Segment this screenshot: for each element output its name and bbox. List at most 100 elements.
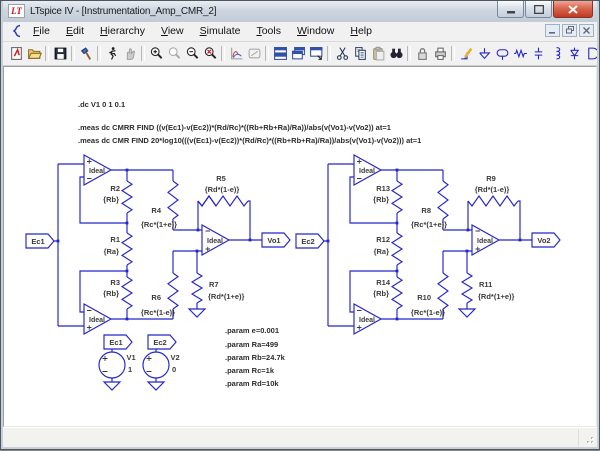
menu-hierarchy[interactable]: Hierarchy [92,23,153,39]
mdi-close-button[interactable] [579,24,594,37]
spice-param-rb[interactable]: .param Rb=24.7k [225,353,286,362]
resistor-gain[interactable]: R1 {Ra} [104,233,132,265]
autorange-y-axis-icon[interactable] [227,44,245,62]
menu-tools[interactable]: Tools [248,23,289,39]
inductor-icon[interactable] [547,44,565,62]
port-input[interactable]: Ec2 [296,234,324,248]
opamp-buffer-bottom[interactable]: Ideal [84,304,111,334]
svg-text:R11: R11 [479,280,492,289]
resistor-gnd[interactable]: R11 {Rd*(1+e)} [462,273,515,303]
print-preview-icon[interactable] [413,44,431,62]
svg-text:Vo1: Vo1 [267,236,280,245]
zoom-back-icon[interactable] [165,44,183,62]
spice-directive-meas-cmrr[interactable]: .meas dc CMRR FIND ((v(Ec1)-v(Ec2))*(Rd/… [78,123,391,132]
resistor-in-bottom[interactable]: R6 {Rc*(1-e)} [141,273,178,317]
resistor-gain[interactable]: R12 {Ra} [374,233,402,265]
opamp-buffer-bottom[interactable]: Ideal [354,304,381,334]
run-icon[interactable] [103,44,121,62]
menu-window[interactable]: Window [289,23,342,39]
tile-horizontal-icon[interactable] [271,44,289,62]
menu-edit[interactable]: Edit [58,23,92,39]
svg-text:0: 0 [172,365,176,374]
resistor-in-top[interactable]: R4 {Rc*(1+e)} [141,181,178,229]
zoom-out-icon[interactable] [183,44,201,62]
opamp-diff[interactable]: Ideal [202,225,229,255]
spice-param-rc[interactable]: .param Rc=1k [225,366,275,375]
titlebar: LT LTspice IV - [Instrumentation_Amp_CMR… [3,1,597,22]
minimize-button[interactable] [497,1,524,18]
maximize-button[interactable] [525,1,552,18]
resistor-in-bottom[interactable]: R10 {Rc*(1-e)} [411,273,448,317]
find-icon[interactable] [387,44,405,62]
window-title: LTspice IV - [Instrumentation_Amp_CMR_2] [30,6,216,17]
opamp-buffer-top[interactable]: Ideal [84,155,111,185]
svg-text:Ideal: Ideal [359,317,375,324]
control-panel-icon[interactable] [77,44,95,62]
resistor-fb-bottom[interactable]: R3 {Rb} [103,277,132,309]
spice-param-e[interactable]: .param e=0.001 [225,326,279,335]
resistor-gnd[interactable]: R7 {Rd*(1+e)} [192,273,245,303]
capacitor-icon[interactable] [529,44,547,62]
ground-icon[interactable] [475,44,493,62]
component-icon[interactable] [583,44,597,62]
svg-text:V1: V1 [127,353,136,362]
toolbar-separator [45,46,49,61]
halt-icon[interactable] [121,44,139,62]
svg-text:{Rc*(1+e)}: {Rc*(1+e)} [411,220,447,229]
resistor-fb-top[interactable]: R13 {Rb} [373,181,402,213]
ground-symbol [189,309,205,317]
svg-text:R9: R9 [486,174,496,183]
schematic-canvas[interactable]: .dc V1 0 1 0.1 .meas dc CMRR FIND ((v(Ec… [3,66,597,428]
voltage-source-v1[interactable]: Ec1 V1 1 [99,335,136,390]
voltage-source-v2[interactable]: Ec2 V2 0 [143,335,180,390]
tile-vertical-icon[interactable] [307,44,325,62]
svg-text:{Rb}: {Rb} [373,195,389,204]
save-icon[interactable] [51,44,69,62]
cascade-icon[interactable] [289,44,307,62]
paste-icon[interactable] [369,44,387,62]
svg-text:1: 1 [128,365,132,374]
toolbar-separator [141,46,145,61]
mdi-restore-button[interactable] [562,24,577,37]
resistor-icon[interactable] [511,44,529,62]
port-input[interactable]: Ec1 [26,234,54,248]
resistor-in-top[interactable]: R8 {Rc*(1+e)} [411,181,448,229]
close-button[interactable] [553,1,593,18]
wire-icon[interactable] [457,44,475,62]
inamp-left: Ideal Ideal Ideal R2 {Rb} [26,155,290,334]
svg-text:{Rc*(1+e)}: {Rc*(1+e)} [141,220,177,229]
new-schematic-icon[interactable] [7,44,25,62]
open-icon[interactable] [25,44,43,62]
spice-param-rd[interactable]: .param Rd=10k [225,379,279,388]
menu-view[interactable]: View [153,23,192,39]
resize-grip[interactable] [578,429,597,446]
svg-text:{Ra}: {Ra} [104,247,120,256]
toolbar [3,42,597,66]
opamp-buffer-top[interactable]: Ideal [354,155,381,185]
label-net-icon[interactable] [493,44,511,62]
resistor-fb-top[interactable]: R2 {Rb} [103,181,132,213]
port-output[interactable]: Vo1 [262,233,290,247]
svg-text:{Rd*(1-e)}: {Rd*(1-e)} [475,185,510,194]
menu-simulate[interactable]: Simulate [192,23,249,39]
resistor-fb-out[interactable]: R9 {Rd*(1-e)} [468,174,518,206]
print-icon[interactable] [431,44,449,62]
toolbar-separator [407,46,411,61]
opamp-diff[interactable]: Ideal [472,225,499,255]
spice-param-ra[interactable]: .param Ra=499 [225,340,278,349]
menu-file[interactable]: File [25,23,58,39]
diode-icon[interactable] [565,44,583,62]
resistor-fb-bottom[interactable]: R14 {Rb} [373,277,402,309]
zoom-in-icon[interactable] [147,44,165,62]
port-output[interactable]: Vo2 [532,233,560,247]
mdi-minimize-button[interactable] [545,24,560,37]
plot-settings-icon[interactable] [245,44,263,62]
cut-icon[interactable] [333,44,351,62]
menu-help[interactable]: Help [342,23,380,39]
zoom-full-extents-icon[interactable] [201,44,219,62]
resistor-fb-out[interactable]: R5 {Rd*(1-e)} [198,174,248,206]
spice-directive-meas-cmr[interactable]: .meas dc CMR FIND 20*log10(((v(Ec1)-v(Ec… [78,136,421,145]
menu-bar: File Edit Hierarchy View Simulate Tools … [3,22,597,42]
spice-directive-dc[interactable]: .dc V1 0 1 0.1 [78,100,125,109]
copy-icon[interactable] [351,44,369,62]
